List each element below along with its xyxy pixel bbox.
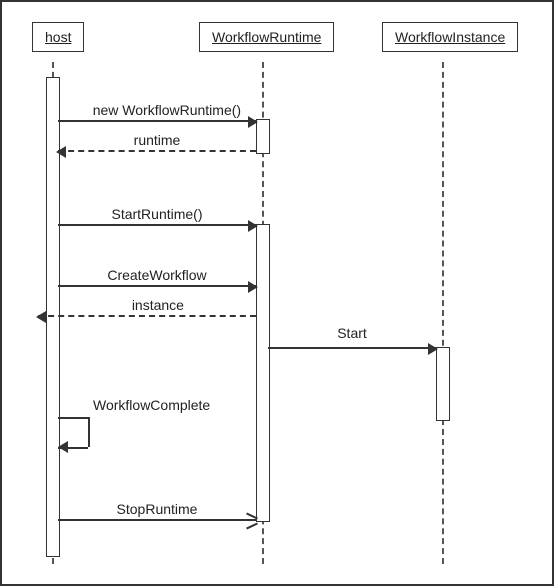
lifeline-workflow-instance <box>442 62 444 564</box>
msg-label: Start <box>337 325 367 341</box>
msg-label: CreateWorkflow <box>107 267 206 283</box>
msg-stop-runtime: StopRuntime <box>58 519 256 521</box>
activation-runtime-2 <box>256 224 270 522</box>
return-runtime: runtime <box>58 150 256 152</box>
msg-label: runtime <box>134 132 181 148</box>
participant-workflow-runtime: WorkflowRuntime <box>199 22 334 52</box>
msg-label: new WorkflowRuntime() <box>93 102 241 118</box>
msg-start: Start <box>268 347 436 349</box>
participant-workflow-instance: WorkflowInstance <box>382 22 518 52</box>
activation-runtime-1 <box>256 119 270 154</box>
return-instance: instance <box>38 315 256 317</box>
msg-create-workflow: CreateWorkflow <box>58 285 256 287</box>
msg-new-workflow-runtime: new WorkflowRuntime() <box>58 120 256 122</box>
sequence-diagram: host WorkflowRuntime WorkflowInstance ne… <box>0 0 554 586</box>
msg-label: instance <box>132 297 184 313</box>
msg-start-runtime: StartRuntime() <box>58 224 256 226</box>
msg-label: StartRuntime() <box>111 206 202 222</box>
msg-label: WorkflowComplete <box>93 397 210 413</box>
participant-host: host <box>32 22 84 52</box>
msg-label: StopRuntime <box>117 501 198 517</box>
activation-instance <box>436 347 450 421</box>
